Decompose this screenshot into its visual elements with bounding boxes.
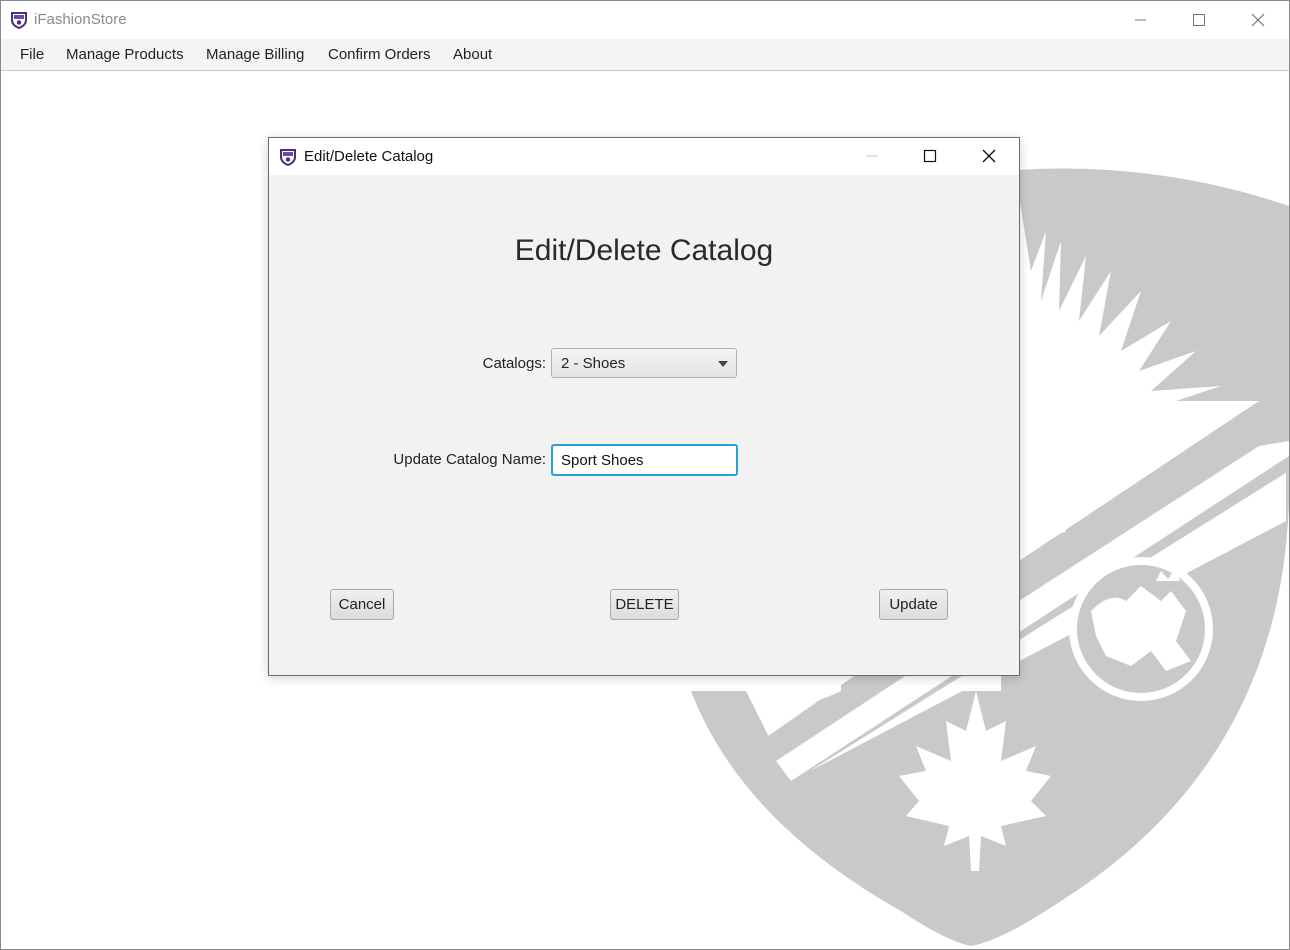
menu-bar: File Manage Products Manage Billing Conf… xyxy=(1,39,1289,71)
menu-file[interactable]: File xyxy=(20,46,44,63)
main-title-bar: iFashionStore xyxy=(1,1,1289,39)
minimize-icon xyxy=(866,155,878,157)
dialog-close-button[interactable] xyxy=(969,141,1009,171)
update-catalog-name-label: Update Catalog Name: xyxy=(393,451,546,468)
emblem-year-text: 8 xyxy=(1019,452,1041,501)
close-icon xyxy=(982,149,996,163)
chevron-down-icon xyxy=(718,361,728,367)
dialog-minimize-button[interactable] xyxy=(852,141,892,171)
shield-crest-icon xyxy=(280,149,296,166)
maximize-icon xyxy=(923,149,937,163)
catalogs-dropdown[interactable]: 2 - Shoes xyxy=(551,348,737,378)
minimize-button[interactable] xyxy=(1121,5,1161,35)
update-catalog-name-input[interactable] xyxy=(551,444,738,476)
menu-manage-products[interactable]: Manage Products xyxy=(66,46,184,63)
maximize-icon xyxy=(1193,14,1205,26)
update-button[interactable]: Update xyxy=(879,589,948,620)
main-window: 8 iFashionStore File Manage Products Man… xyxy=(0,0,1290,950)
dialog-heading: Edit/Delete Catalog xyxy=(514,234,774,267)
catalogs-selected-value: 2 - Shoes xyxy=(561,355,626,372)
dialog-title: Edit/Delete Catalog xyxy=(304,148,434,165)
dialog-title-bar: Edit/Delete Catalog xyxy=(269,138,1019,175)
cancel-button[interactable]: Cancel xyxy=(330,589,394,620)
dialog-maximize-button[interactable] xyxy=(910,141,950,171)
menu-manage-billing[interactable]: Manage Billing xyxy=(206,46,304,63)
catalogs-label: Catalogs: xyxy=(482,355,546,372)
main-window-title: iFashionStore xyxy=(34,11,127,28)
close-icon xyxy=(1251,13,1265,27)
minimize-icon xyxy=(1135,19,1146,21)
maximize-button[interactable] xyxy=(1179,5,1219,35)
close-button[interactable] xyxy=(1238,5,1278,35)
menu-confirm-orders[interactable]: Confirm Orders xyxy=(328,46,431,63)
menu-about[interactable]: About xyxy=(453,46,492,63)
edit-delete-catalog-dialog: Edit/Delete Catalog Edit/Delete Catalog … xyxy=(268,137,1020,676)
delete-button[interactable]: DELETE xyxy=(610,589,679,620)
shield-crest-icon xyxy=(11,12,27,29)
